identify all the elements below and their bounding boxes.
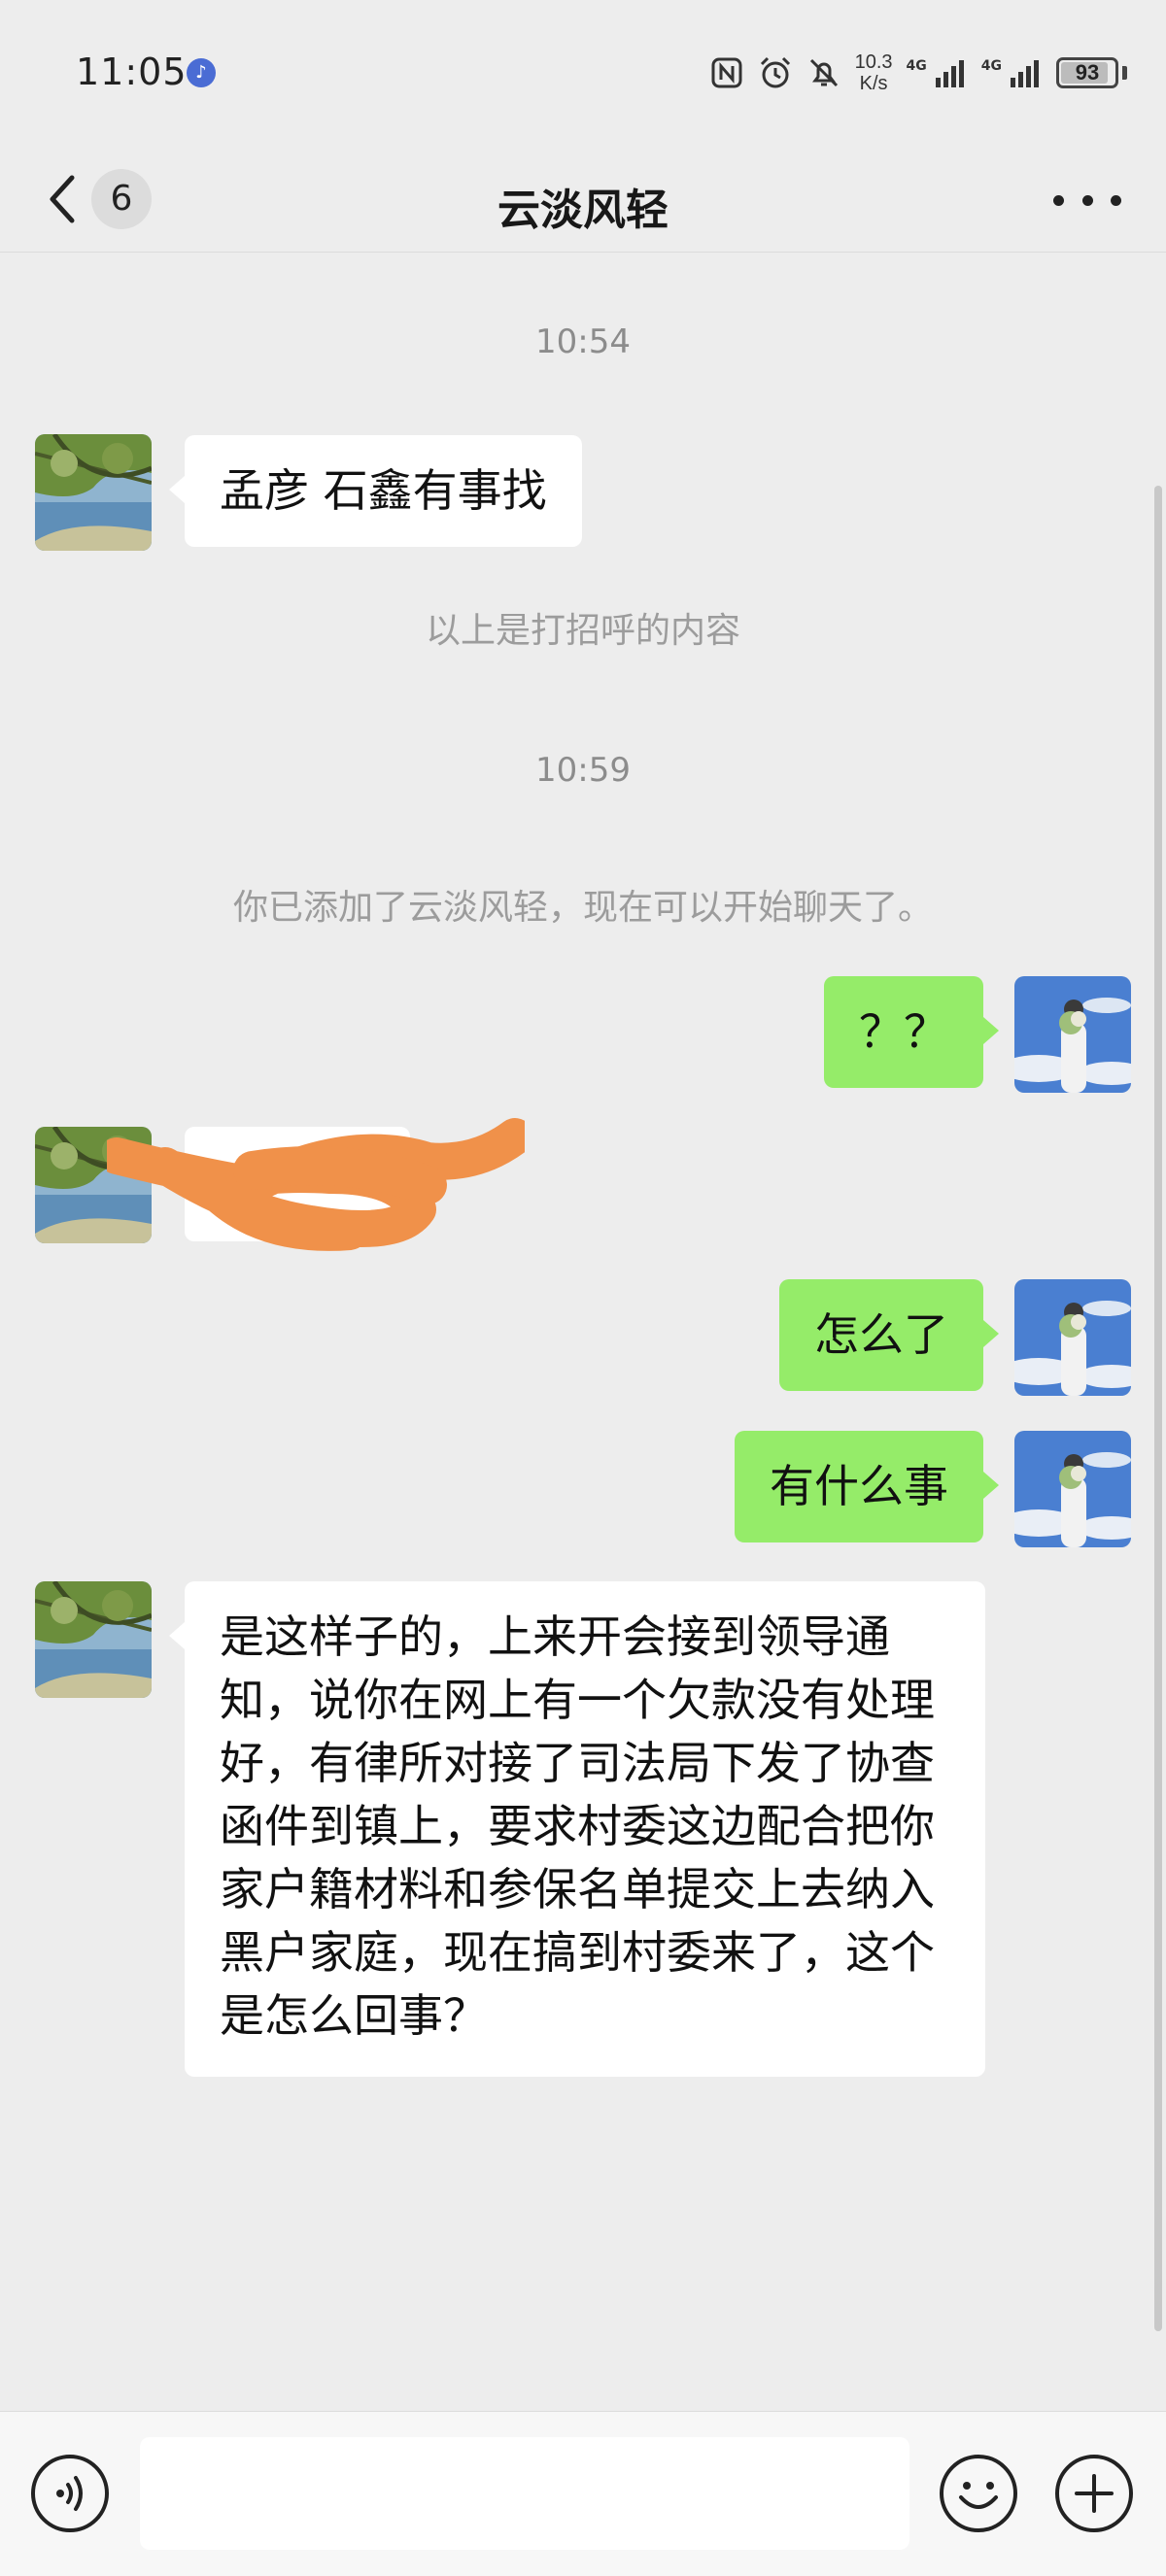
message-bubble-received[interactable]: 孟彦 石鑫有事找 — [169, 435, 582, 547]
plus-button[interactable] — [1053, 2453, 1135, 2534]
signal-label-1: 4G — [906, 58, 927, 74]
status-time: 11:05 — [76, 51, 188, 93]
input-bar — [0, 2411, 1166, 2576]
message-bubble-received[interactable]: 是这样子的，上来开会接到领导通知，说你在网上有一个欠款没有处理好，有律所对接了司… — [169, 1581, 985, 2077]
signal-label-2: 4G — [980, 58, 1002, 74]
timestamp: 10:59 — [535, 751, 631, 790]
contact-avatar[interactable] — [35, 434, 152, 551]
music-icon: ♪ — [187, 58, 216, 87]
contact-avatar[interactable] — [35, 1127, 152, 1243]
my-avatar[interactable] — [1014, 976, 1131, 1093]
message-text: ？？ — [859, 1005, 948, 1058]
chat-area[interactable]: 10:54 孟彦 石鑫有事找 以上是打招呼的内容 10:59 你已添加了云淡风轻… — [0, 0, 1166, 2409]
message-text: 有什么事 — [770, 1460, 948, 1512]
more-dot — [1081, 194, 1093, 206]
battery-cap — [1122, 66, 1127, 80]
redaction-scribble — [107, 1118, 525, 1251]
message-bubble-sent[interactable]: 怎么了 — [779, 1279, 999, 1391]
message-bubble-received-redacted[interactable] — [169, 1127, 410, 1241]
my-avatar[interactable] — [1014, 1431, 1131, 1547]
signal-icon — [933, 55, 968, 90]
mute-icon — [806, 55, 841, 90]
message-text: 是这样子的，上来开会接到领导通知，说你在网上有一个欠款没有处理好，有律所对接了司… — [220, 1610, 935, 2042]
person-avatar-icon — [1014, 976, 1131, 1093]
message-bubble-sent[interactable]: ？？ — [824, 976, 999, 1088]
nfc-icon — [709, 55, 744, 90]
alarm-icon — [758, 55, 793, 90]
scrollbar[interactable] — [1154, 486, 1162, 2331]
person-avatar-icon — [1014, 1279, 1131, 1396]
net-speed: 10.3 K/s — [855, 51, 893, 94]
battery-icon: 93 — [1056, 57, 1118, 88]
net-speed-unit: K/s — [859, 73, 888, 94]
contact-avatar[interactable] — [35, 1581, 152, 1698]
more-options-button[interactable] — [1053, 181, 1121, 220]
status-bar: 11:05 ♪ 10.3 K/s 4G 4G 93 — [0, 0, 1166, 146]
person-avatar-icon — [1014, 1431, 1131, 1547]
signal-icon — [1008, 55, 1043, 90]
net-speed-value: 10.3 — [854, 51, 893, 73]
more-dot — [1111, 194, 1121, 206]
more-dot — [1053, 194, 1064, 206]
message-bubble-sent[interactable]: 有什么事 — [735, 1431, 999, 1542]
friend-added-note: 你已添加了云淡风轻，现在可以开始聊天了。 — [232, 888, 933, 928]
landscape-avatar-icon — [35, 434, 152, 551]
timestamp: 10:54 — [535, 322, 631, 361]
message-input[interactable] — [140, 2437, 909, 2550]
voice-input-button[interactable] — [29, 2453, 111, 2534]
chat-title: 云淡风轻 — [497, 186, 669, 235]
greeting-note: 以上是打招呼的内容 — [425, 611, 740, 651]
my-avatar[interactable] — [1014, 1279, 1131, 1396]
message-text: 怎么了 — [814, 1308, 948, 1361]
landscape-avatar-icon — [35, 1127, 152, 1243]
chat-header: 6 云淡风轻 — [0, 146, 1166, 253]
battery-level: 93 — [1075, 60, 1100, 85]
status-icons: 10.3 K/s 4G 4G 93 — [709, 47, 1127, 99]
message-text: 孟彦 石鑫有事找 — [220, 464, 547, 517]
landscape-avatar-icon — [35, 1581, 152, 1698]
emoji-button[interactable] — [938, 2453, 1019, 2534]
